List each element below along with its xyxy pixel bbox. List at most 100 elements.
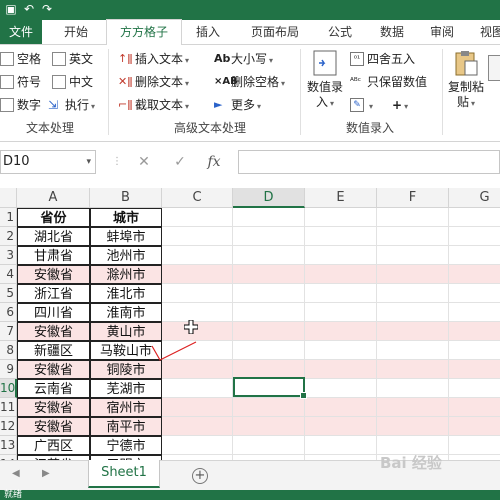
- cell-f11[interactable]: [377, 398, 449, 417]
- undo-icon[interactable]: ↶: [22, 2, 36, 16]
- cell-g5[interactable]: [449, 284, 500, 303]
- enter-button[interactable]: ✓: [170, 150, 190, 174]
- cell-f4[interactable]: [377, 265, 449, 284]
- tab-review[interactable]: 审阅: [420, 20, 464, 44]
- cell-d8[interactable]: [233, 341, 305, 360]
- column-header-g[interactable]: G: [449, 188, 500, 208]
- cell-e8[interactable]: [305, 341, 377, 360]
- cell-f6[interactable]: [377, 303, 449, 322]
- fill-handle[interactable]: [300, 392, 307, 399]
- cell-b13[interactable]: 宁德市: [90, 436, 162, 455]
- cell-d12[interactable]: [233, 417, 305, 436]
- row-header[interactable]: 2: [0, 227, 17, 246]
- cell-e1[interactable]: [305, 208, 377, 227]
- row-header[interactable]: 6: [0, 303, 17, 322]
- tab-view[interactable]: 视图: [470, 20, 500, 44]
- space-checkbox[interactable]: 空格: [0, 49, 41, 69]
- cell-d5[interactable]: [233, 284, 305, 303]
- cell-b10[interactable]: 芜湖市: [90, 379, 162, 398]
- next-sheet-icon[interactable]: ▶: [42, 468, 50, 479]
- cell-e9[interactable]: [305, 360, 377, 379]
- redo-icon[interactable]: ↷: [40, 2, 54, 16]
- cell-d13[interactable]: [233, 436, 305, 455]
- tab-insert[interactable]: 插入: [186, 20, 230, 44]
- cell-d3[interactable]: [233, 246, 305, 265]
- keep-numbers-button[interactable]: ᴬᴮᶜ 只保留数值: [350, 72, 427, 92]
- symbol-checkbox[interactable]: 符号: [0, 72, 41, 92]
- row-header[interactable]: 4: [0, 265, 17, 284]
- cell-c12[interactable]: [162, 417, 233, 436]
- tab-data[interactable]: 数据: [370, 20, 414, 44]
- column-header-f[interactable]: F: [377, 188, 449, 208]
- cell-c4[interactable]: [162, 265, 233, 284]
- cell-f2[interactable]: [377, 227, 449, 246]
- tab-formulas[interactable]: 公式: [318, 20, 362, 44]
- column-header-a[interactable]: A: [17, 188, 90, 208]
- cell-a13[interactable]: 广西区: [17, 436, 90, 455]
- clipboard-icon-secondary[interactable]: [488, 55, 500, 81]
- active-cell-d10[interactable]: [233, 377, 307, 399]
- cell-d1[interactable]: [233, 208, 305, 227]
- row-header[interactable]: 12: [0, 417, 17, 436]
- cell-d6[interactable]: [233, 303, 305, 322]
- number-checkbox[interactable]: 数字: [0, 95, 41, 115]
- cell-e5[interactable]: [305, 284, 377, 303]
- column-header-d[interactable]: D: [233, 188, 305, 208]
- cell-g10[interactable]: [449, 379, 500, 398]
- cell-a8[interactable]: 新疆区: [17, 341, 90, 360]
- cell-a7[interactable]: 安徽省: [17, 322, 90, 341]
- cell-g13[interactable]: [449, 436, 500, 455]
- formula-input[interactable]: [238, 150, 500, 174]
- cell-f10[interactable]: [377, 379, 449, 398]
- cell-g7[interactable]: [449, 322, 500, 341]
- cell-b2[interactable]: 蚌埠市: [90, 227, 162, 246]
- entry-options-button[interactable]: ✎ ▾: [350, 95, 373, 115]
- cell-f7[interactable]: [377, 322, 449, 341]
- cell-a3[interactable]: 甘肃省: [17, 246, 90, 265]
- cell-g12[interactable]: [449, 417, 500, 436]
- cell-e7[interactable]: [305, 322, 377, 341]
- cell-f12[interactable]: [377, 417, 449, 436]
- cell-d11[interactable]: [233, 398, 305, 417]
- cell-b1[interactable]: 城市: [90, 208, 162, 227]
- cell-e10[interactable]: [305, 379, 377, 398]
- cell-f1[interactable]: [377, 208, 449, 227]
- cell-b6[interactable]: 淮南市: [90, 303, 162, 322]
- cell-a4[interactable]: 安徽省: [17, 265, 90, 284]
- cell-f5[interactable]: [377, 284, 449, 303]
- name-box[interactable]: D10 ▾: [0, 150, 96, 174]
- copy-paste-button[interactable]: 复制粘 贴 ▾: [446, 49, 486, 115]
- cancel-button[interactable]: ✕: [134, 150, 154, 174]
- row-header[interactable]: 1: [0, 208, 17, 227]
- row-header[interactable]: 5: [0, 284, 17, 303]
- cell-d2[interactable]: [233, 227, 305, 246]
- row-header[interactable]: 13: [0, 436, 17, 455]
- cell-b3[interactable]: 池州市: [90, 246, 162, 265]
- delete-space-button[interactable]: ×AB删除空格 ▾: [214, 72, 285, 92]
- plus-button[interactable]: + ▾: [392, 95, 408, 115]
- cell-e4[interactable]: [305, 265, 377, 284]
- cell-a12[interactable]: 安徽省: [17, 417, 90, 436]
- row-header[interactable]: 11: [0, 398, 17, 417]
- cell-g8[interactable]: [449, 341, 500, 360]
- cell-c2[interactable]: [162, 227, 233, 246]
- cell-g1[interactable]: [449, 208, 500, 227]
- row-header[interactable]: 3: [0, 246, 17, 265]
- tab-fangfang[interactable]: 方方格子: [106, 19, 182, 46]
- cell-b11[interactable]: 宿州市: [90, 398, 162, 417]
- extract-text-button[interactable]: ⌐ǁ 截取文本 ▾: [118, 95, 189, 115]
- execute-button[interactable]: ⇲ 执行 ▾: [48, 95, 95, 115]
- cell-a2[interactable]: 湖北省: [17, 227, 90, 246]
- row-header[interactable]: 9: [0, 360, 17, 379]
- cell-f9[interactable]: [377, 360, 449, 379]
- cell-g11[interactable]: [449, 398, 500, 417]
- case-button[interactable]: Ab大小写 ▾: [214, 49, 273, 69]
- cell-c11[interactable]: [162, 398, 233, 417]
- cell-a5[interactable]: 浙江省: [17, 284, 90, 303]
- tab-page-layout[interactable]: 页面布局: [240, 20, 310, 44]
- cell-g4[interactable]: [449, 265, 500, 284]
- numeric-entry-button[interactable]: 数值录 入 ▾: [306, 49, 344, 115]
- tab-file[interactable]: 文件: [0, 20, 42, 44]
- select-all-corner[interactable]: [0, 188, 17, 208]
- cell-b4[interactable]: 滁州市: [90, 265, 162, 284]
